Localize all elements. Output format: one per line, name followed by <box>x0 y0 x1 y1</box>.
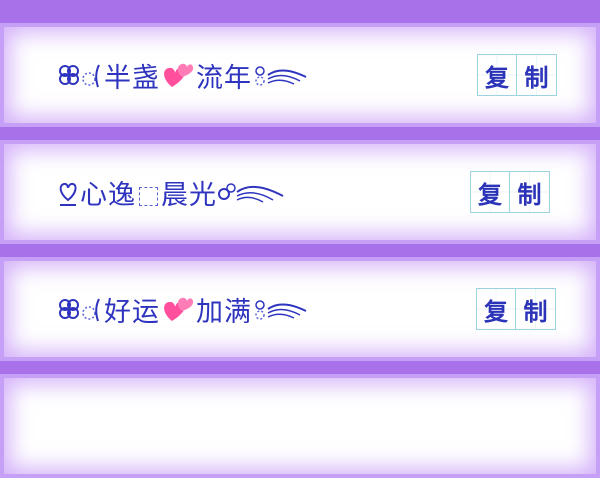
copy-label-char: 制 <box>517 54 557 96</box>
nickname-card: 好运 加满 复 制 <box>0 257 600 361</box>
nickname-part-2: 晨光 <box>161 179 217 211</box>
copy-button[interactable]: 复 制 <box>477 54 557 96</box>
nickname-part-1: 心逸 <box>80 179 136 211</box>
nickname-display: 好运 加满 <box>56 281 310 337</box>
wing-icon <box>252 57 310 93</box>
nickname-part-1: 好运 <box>104 296 160 328</box>
nickname-part-1: 半盏 <box>104 62 160 94</box>
heart-outline-icon <box>56 178 80 206</box>
nickname-list: 半盏 流年 复 制 心逸 晨光 复 制 好运 加满 复 制 <box>0 0 600 478</box>
nickname-card: 半盏 流年 复 制 <box>0 23 600 127</box>
clover-icon <box>56 297 82 321</box>
copy-label-char: 复 <box>470 171 510 213</box>
wing-icon <box>252 291 310 327</box>
nickname-card: 心逸 晨光 复 制 <box>0 140 600 244</box>
nickname-part-2: 加满 <box>196 296 252 328</box>
copy-button[interactable]: 复 制 <box>470 171 550 213</box>
nickname-card-partial <box>0 374 600 478</box>
copy-label-char: 复 <box>477 54 517 96</box>
heart-icon <box>160 293 196 325</box>
copy-label-char: 复 <box>476 288 516 330</box>
copy-button[interactable]: 复 制 <box>476 288 556 330</box>
heart-icon <box>160 59 196 91</box>
dashed-box-icon <box>139 186 158 206</box>
copy-label-char: 制 <box>510 171 550 213</box>
nickname-display: 半盏 流年 <box>56 47 310 103</box>
nickname-part-2: 流年 <box>196 62 252 94</box>
clover-icon <box>56 63 82 87</box>
nickname-display: 心逸 晨光 <box>56 164 287 220</box>
circle-dots-icon <box>82 295 104 323</box>
wing-icon <box>217 174 287 210</box>
copy-label-char: 制 <box>516 288 556 330</box>
circle-dots-icon <box>82 61 104 89</box>
